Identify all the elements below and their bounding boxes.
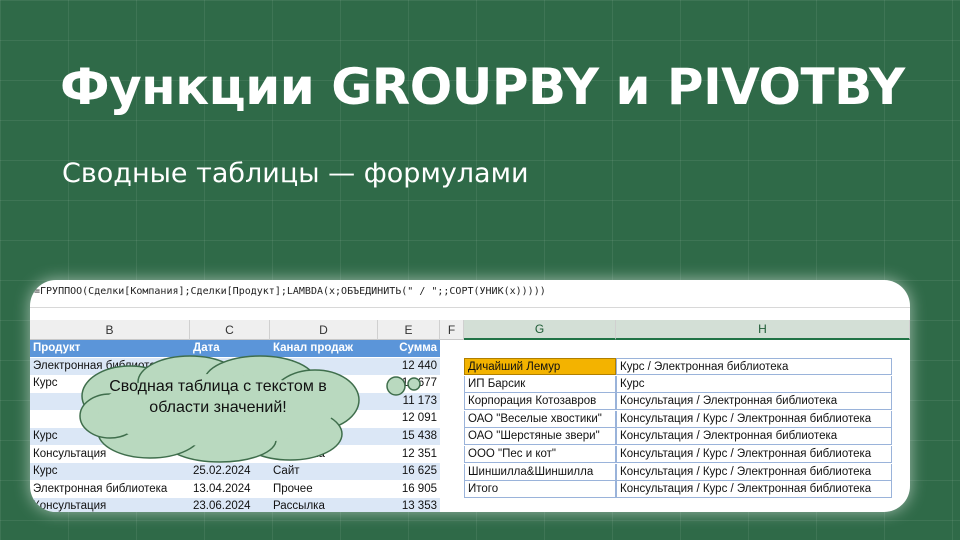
source-cell[interactable]: 16 905 bbox=[378, 481, 440, 498]
column-header-D[interactable]: D bbox=[270, 320, 378, 340]
source-header-cell[interactable]: Продукт bbox=[30, 340, 190, 357]
source-cell[interactable]: Электронная библиотека bbox=[30, 481, 190, 498]
callout-text: Сводная таблица с текстом в области знач… bbox=[109, 378, 327, 416]
source-header-cell[interactable]: Сумма bbox=[378, 340, 440, 357]
result-cell[interactable]: ООО "Пес и кот" bbox=[464, 446, 616, 463]
source-header-cell[interactable]: Канал продаж bbox=[270, 340, 378, 357]
source-cell[interactable]: 13 353 bbox=[378, 498, 440, 512]
result-cell[interactable]: Шиншилла&Шиншилла bbox=[464, 463, 616, 481]
slide-subtitle: Сводные таблицы — формулами bbox=[62, 158, 529, 189]
result-cell[interactable]: Консультация / Электронная библиотека bbox=[616, 428, 892, 446]
result-cell[interactable]: Дичайший Лемур bbox=[464, 358, 616, 375]
result-cell[interactable]: ОАО "Шерстяные звери" bbox=[464, 428, 616, 446]
source-cell[interactable]: 25.02.2024 bbox=[190, 463, 270, 481]
column-header-H[interactable]: H bbox=[616, 320, 910, 340]
source-cell[interactable]: Рассылка bbox=[270, 498, 378, 512]
source-cell[interactable]: Прочее bbox=[270, 481, 378, 498]
source-cell[interactable]: 16 625 bbox=[378, 463, 440, 481]
result-cell[interactable]: Консультация / Курс / Электронная библио… bbox=[616, 463, 892, 481]
column-header-E[interactable]: E bbox=[378, 320, 440, 340]
result-cell[interactable]: Итого bbox=[464, 481, 616, 499]
source-cell[interactable]: 13.04.2024 bbox=[190, 481, 270, 498]
formula-bar[interactable]: =ГРУППОО(Сделки[Компания];Сделки[Продукт… bbox=[30, 280, 910, 308]
callout-cloud: Сводная таблица с текстом в области знач… bbox=[70, 355, 421, 463]
source-cell[interactable]: Сайт bbox=[270, 463, 378, 481]
result-cell[interactable]: Курс / Электронная библиотека bbox=[616, 358, 892, 375]
source-cell[interactable]: Курс bbox=[30, 463, 190, 481]
column-header-B[interactable]: B bbox=[30, 320, 190, 340]
result-cell[interactable]: Консультация / Курс / Электронная библио… bbox=[616, 446, 892, 463]
result-cell[interactable]: ИП Барсик bbox=[464, 375, 616, 393]
slide-title: Функции GROUPBY и PIVOTBY bbox=[60, 58, 905, 116]
result-cell[interactable]: ОАО "Веселые хвостики" bbox=[464, 410, 616, 428]
result-cell[interactable]: Консультация / Электронная библиотека bbox=[616, 393, 892, 411]
result-cell[interactable]: Курс bbox=[616, 375, 892, 393]
column-header-C[interactable]: C bbox=[190, 320, 270, 340]
column-header-G[interactable]: G bbox=[464, 320, 616, 340]
result-cell[interactable]: Консультация / Курс / Электронная библио… bbox=[616, 410, 892, 428]
source-cell[interactable]: 23.06.2024 bbox=[190, 498, 270, 512]
result-cell[interactable]: Консультация / Курс / Электронная библио… bbox=[616, 481, 892, 499]
column-header-F[interactable]: F bbox=[440, 320, 464, 340]
source-header-cell[interactable]: Дата bbox=[190, 340, 270, 357]
result-cell[interactable]: Корпорация Котозавров bbox=[464, 393, 616, 411]
source-cell[interactable]: Консультация bbox=[30, 498, 190, 512]
